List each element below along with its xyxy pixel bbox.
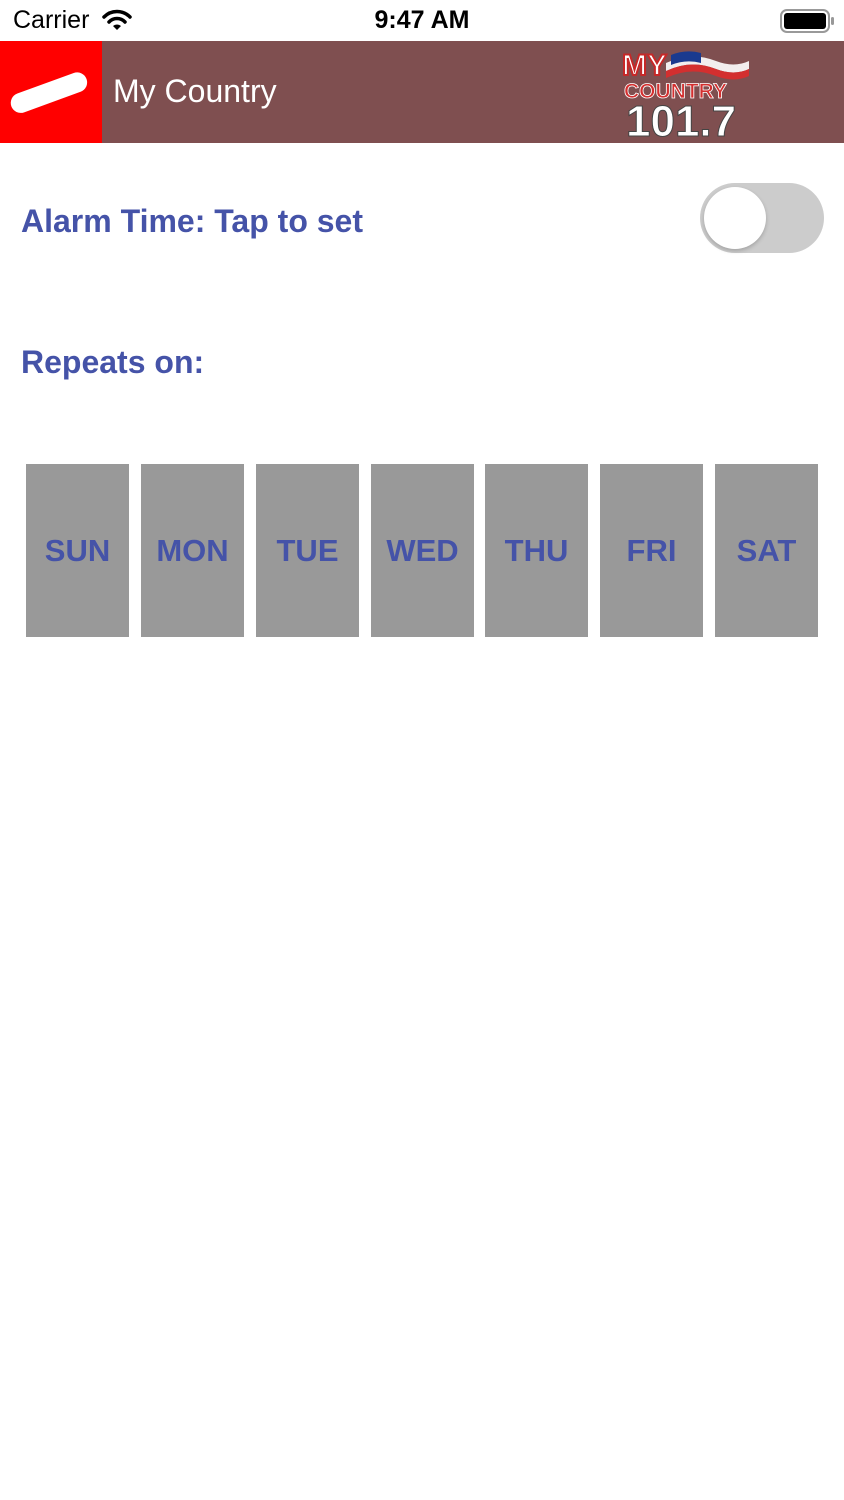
repeats-label: Repeats on: bbox=[21, 344, 205, 380]
day-label: THU bbox=[504, 532, 569, 568]
day-button-mon[interactable]: MON bbox=[141, 464, 244, 637]
toggle-knob bbox=[704, 187, 766, 249]
day-button-wed[interactable]: WED bbox=[371, 464, 474, 637]
day-label: TUE bbox=[276, 532, 339, 568]
day-button-sat[interactable]: SAT bbox=[715, 464, 818, 637]
day-label: WED bbox=[386, 532, 459, 568]
battery-icon bbox=[780, 9, 834, 33]
day-label: FRI bbox=[626, 532, 677, 568]
day-label: SAT bbox=[736, 532, 797, 568]
status-bar: Carrier 9:47 AM bbox=[0, 0, 844, 41]
page-title: My Country bbox=[113, 73, 277, 109]
day-label: MON bbox=[156, 532, 229, 568]
menu-button[interactable] bbox=[0, 41, 102, 143]
logo-text-my: MY bbox=[622, 49, 667, 82]
day-button-tue[interactable]: TUE bbox=[256, 464, 359, 637]
day-label: SUN bbox=[44, 532, 111, 568]
alarm-toggle[interactable] bbox=[700, 183, 824, 253]
day-button-sun[interactable]: SUN bbox=[26, 464, 129, 637]
day-button-thu[interactable]: THU bbox=[485, 464, 588, 637]
alarm-time-label[interactable]: Alarm Time: Tap to set bbox=[21, 203, 363, 240]
app-header: My Country MY COUNTRY 101.7 bbox=[0, 41, 844, 143]
day-selector: SUN MON TUE WED THU FRI SAT bbox=[26, 464, 818, 637]
station-logo: MY COUNTRY 101.7 bbox=[621, 48, 749, 143]
status-time: 9:47 AM bbox=[374, 6, 470, 34]
menu-icon bbox=[10, 72, 88, 113]
screen: Carrier 9:47 AM My Country MY COUNTRY 10… bbox=[0, 0, 844, 1500]
day-button-fri[interactable]: FRI bbox=[600, 464, 703, 637]
logo-text-frequency: 101.7 bbox=[626, 97, 736, 143]
